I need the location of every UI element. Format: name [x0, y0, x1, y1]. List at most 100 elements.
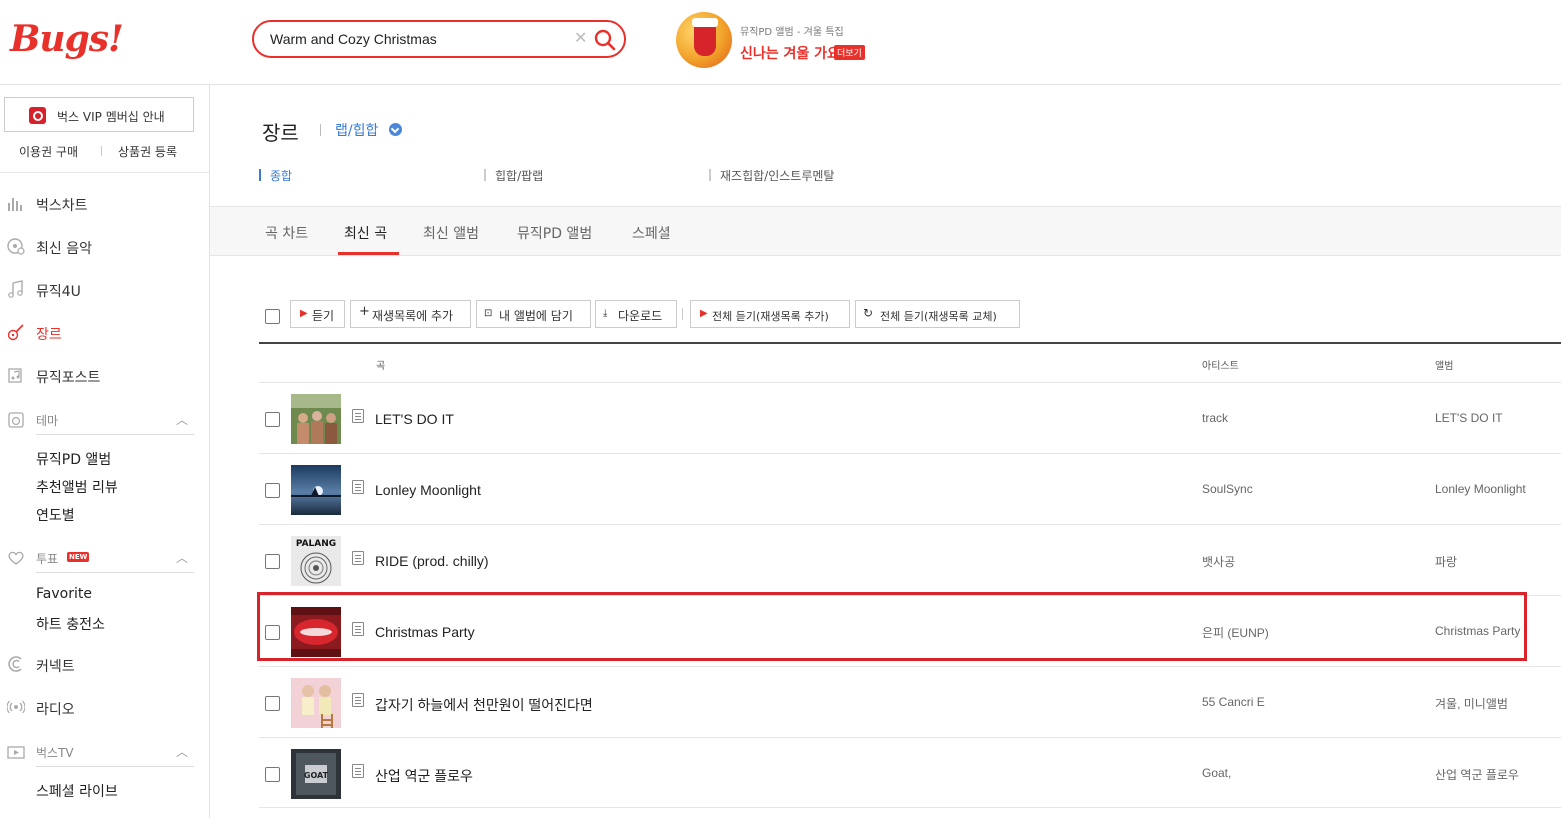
- table-row: Lonley Moonlight SoulSync Lonley Moonlig…: [259, 453, 1561, 524]
- track-title[interactable]: RIDE (prod. chilly): [375, 553, 489, 569]
- track-album[interactable]: LET'S DO IT: [1435, 411, 1503, 425]
- track-album[interactable]: 산업 역군 플로우: [1435, 766, 1519, 783]
- sidebar-group-label: 벅스TV: [36, 746, 74, 760]
- clear-search-icon[interactable]: ✕: [574, 28, 587, 47]
- table-row: GOAT 산업 역군 플로우 Goat, 산업 역군 플로우: [259, 737, 1561, 808]
- sidebar-item-connect[interactable]: 커넥트: [0, 650, 209, 680]
- promo-more-badge[interactable]: 더보기: [834, 45, 865, 60]
- search-box: ✕: [252, 20, 626, 58]
- sidebar-item-heart-charge[interactable]: 하트 충전소: [36, 614, 105, 634]
- row-checkbox[interactable]: [265, 483, 280, 498]
- album-cover[interactable]: GOAT: [291, 749, 341, 799]
- plus-icon: +: [359, 304, 370, 319]
- sidebar-item-special-live[interactable]: 스페셜 라이브: [36, 781, 118, 801]
- row-checkbox[interactable]: [265, 554, 280, 569]
- track-artist[interactable]: Goat,: [1202, 766, 1231, 780]
- album-cover[interactable]: [291, 465, 341, 515]
- play-all-replace-button[interactable]: ↻ 전체 듣기(재생목록 교체): [855, 300, 1020, 328]
- play-all-add-button[interactable]: ▶ 전체 듣기(재생목록 추가): [690, 300, 850, 328]
- track-title[interactable]: LET'S DO IT: [375, 411, 454, 427]
- sidebar-item-new-music[interactable]: 최신 음악: [0, 232, 209, 262]
- track-title[interactable]: Christmas Party: [375, 624, 475, 640]
- buy-ticket-link[interactable]: 이용권 구매: [19, 143, 78, 160]
- sidebar-item-album-review[interactable]: 추천앨범 리뷰: [36, 477, 118, 497]
- row-checkbox[interactable]: [265, 767, 280, 782]
- table-row: LET'S DO IT track LET'S DO IT: [259, 382, 1561, 453]
- subtab-hiphop-poprap[interactable]: 힙합/팝랩: [495, 167, 543, 184]
- new-music-icon: [7, 237, 25, 255]
- track-album[interactable]: Christmas Party: [1435, 624, 1520, 638]
- sidebar-item-bugs-chart[interactable]: 벅스차트: [0, 189, 209, 219]
- sidebar-item-music-pd-album[interactable]: 뮤직PD 앨범: [36, 449, 111, 469]
- sidebar-item-music4u[interactable]: 뮤직4U: [0, 275, 209, 305]
- subtab-jazzhiphop-instrumental[interactable]: 재즈힙합/인스트루멘탈: [720, 167, 834, 184]
- tab-special[interactable]: 스페셜: [632, 223, 671, 243]
- tab-new-albums[interactable]: 최신 앨범: [423, 223, 479, 243]
- divider: [36, 434, 194, 435]
- add-my-album-button[interactable]: ⊡ 내 앨범에 담기: [476, 300, 591, 328]
- listen-button[interactable]: ▶ 듣기: [290, 300, 345, 328]
- album-cover[interactable]: [291, 394, 341, 444]
- sidebar-item-label: 라디오: [36, 702, 75, 718]
- divider: [709, 169, 711, 181]
- vip-membership-button[interactable]: 벅스 VIP 멤버십 안내: [4, 97, 194, 132]
- play-all-replace-label: 전체 듣기(재생목록 교체): [880, 310, 997, 323]
- add-album-icon: ⊡: [484, 308, 493, 319]
- lyrics-icon[interactable]: [352, 409, 364, 423]
- add-album-label: 내 앨범에 담기: [499, 309, 573, 323]
- search-input[interactable]: [270, 30, 560, 48]
- lyrics-icon[interactable]: [352, 551, 364, 565]
- sidebar-item-by-year[interactable]: 연도별: [36, 505, 75, 525]
- tab-song-chart[interactable]: 곡 차트: [265, 223, 308, 243]
- track-album[interactable]: 겨울, 미니앨범: [1435, 695, 1508, 712]
- download-button[interactable]: ⤓ 다운로드: [595, 300, 677, 328]
- lyrics-icon[interactable]: [352, 622, 364, 636]
- sidebar-item-music-post[interactable]: 뮤직포스트: [0, 361, 209, 391]
- lyrics-icon[interactable]: [352, 764, 364, 778]
- select-all-checkbox[interactable]: [265, 309, 280, 324]
- track-album[interactable]: Lonley Moonlight: [1435, 482, 1526, 496]
- sidebar-item-genre[interactable]: 장르: [0, 318, 209, 348]
- track-album[interactable]: 파랑: [1435, 553, 1457, 570]
- track-title[interactable]: 갑자기 하늘에서 천만원이 떨어진다면: [375, 695, 593, 715]
- table-row: PALANG RIDE (prod. chilly) 뱃사공 파랑: [259, 524, 1561, 595]
- guitar-icon: [7, 323, 25, 341]
- sidebar-group-label: 투표: [36, 552, 59, 566]
- album-cover[interactable]: [291, 607, 341, 657]
- chevron-up-icon[interactable]: ︿: [176, 549, 188, 566]
- sidebar-group-theme: 테마 ︿: [0, 408, 209, 435]
- row-checkbox[interactable]: [265, 412, 280, 427]
- track-title[interactable]: Lonley Moonlight: [375, 482, 481, 498]
- track-artist[interactable]: 뱃사공: [1202, 553, 1235, 570]
- track-artist[interactable]: 55 Cancri E: [1202, 695, 1265, 709]
- divider: [36, 766, 194, 767]
- promo-banner[interactable]: 뮤직PD 앨범 - 겨울 특집 신나는 겨울 가요 더보기: [676, 12, 896, 72]
- lyrics-icon[interactable]: [352, 480, 364, 494]
- album-cover[interactable]: PALANG: [291, 536, 341, 586]
- tab-new-songs[interactable]: 최신 곡: [344, 223, 387, 243]
- divider: [0, 172, 209, 173]
- track-title[interactable]: 산업 역군 플로우: [375, 766, 473, 786]
- row-checkbox[interactable]: [265, 696, 280, 711]
- row-checkbox[interactable]: [265, 625, 280, 640]
- track-artist[interactable]: track: [1202, 411, 1228, 425]
- tab-music-pd-albums[interactable]: 뮤직PD 앨범: [517, 223, 592, 243]
- bugs-logo[interactable]: Bugs!: [10, 18, 124, 60]
- search-icon[interactable]: [593, 28, 617, 52]
- subtab-overall[interactable]: 종합: [270, 167, 292, 184]
- page-title: 장르: [262, 121, 299, 145]
- sidebar-item-favorite[interactable]: Favorite: [36, 586, 92, 602]
- chevron-down-icon[interactable]: [389, 123, 402, 136]
- add-playlist-button[interactable]: + 재생목록에 추가: [350, 300, 471, 328]
- chevron-up-icon[interactable]: ︿: [176, 743, 188, 760]
- sidebar-item-radio[interactable]: 라디오: [0, 693, 209, 723]
- register-voucher-link[interactable]: 상품권 등록: [118, 143, 177, 160]
- album-cover[interactable]: [291, 678, 341, 728]
- track-artist[interactable]: 은피 (EUNP): [1202, 624, 1269, 641]
- top-header: Bugs! ✕ 뮤직PD 앨범 - 겨울 특집 신나는 겨울 가요 더보기: [0, 0, 1561, 85]
- chevron-up-icon[interactable]: ︿: [176, 411, 188, 428]
- genre-selector[interactable]: 랩/힙합: [335, 120, 378, 140]
- track-artist[interactable]: SoulSync: [1202, 482, 1253, 496]
- play-all-add-label: 전체 듣기(재생목록 추가): [712, 310, 829, 323]
- lyrics-icon[interactable]: [352, 693, 364, 707]
